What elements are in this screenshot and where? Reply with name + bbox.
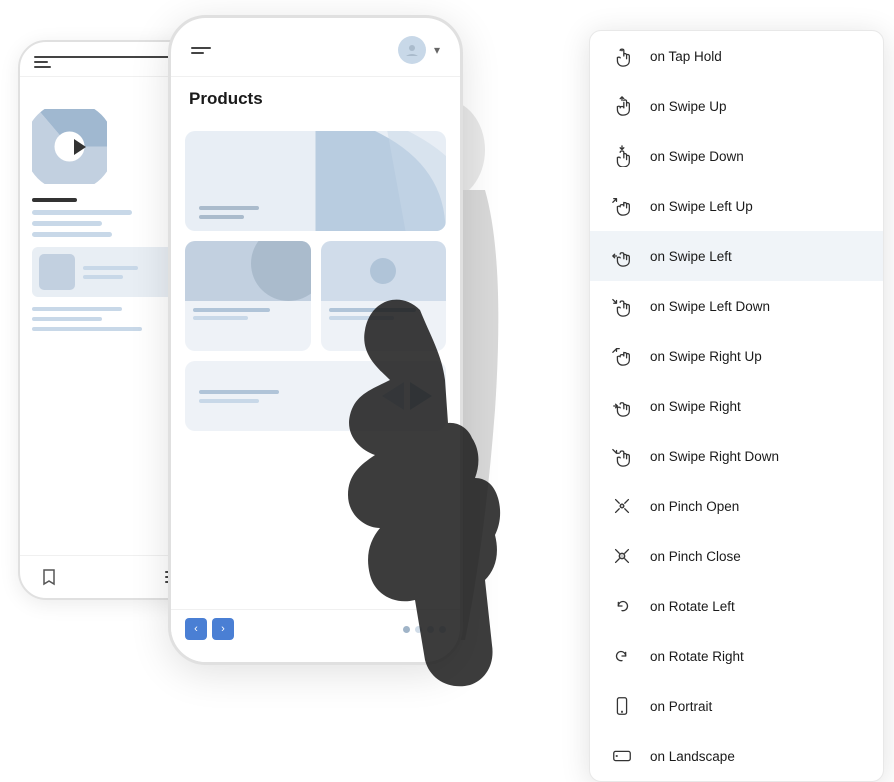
swipe-left-icon <box>608 242 636 270</box>
dropdown-item-pinch-close[interactable]: on Pinch Close <box>590 531 883 581</box>
swipe-left-down-icon <box>608 292 636 320</box>
swipe-left-up-icon <box>608 192 636 220</box>
swipe-up-icon <box>608 92 636 120</box>
phone-main-header: ▾ <box>171 18 460 77</box>
dropdown-item-swipe-right-down[interactable]: on Swipe Right Down <box>590 431 883 481</box>
gesture-label-tap-hold: on Tap Hold <box>650 49 722 64</box>
pinch-open-icon <box>608 492 636 520</box>
landscape-icon <box>608 742 636 770</box>
nav-right-btn[interactable]: › <box>212 618 234 640</box>
small-card <box>32 247 189 297</box>
pinch-close-icon <box>608 542 636 570</box>
dropdown-panel: on Tap Hold on Swipe Up on Swipe Down on… <box>589 30 884 782</box>
swipe-down-icon <box>608 142 636 170</box>
dropdown-item-rotate-left[interactable]: on Rotate Left <box>590 581 883 631</box>
top-banner-card <box>185 131 446 231</box>
products-title-area: Products <box>171 77 460 117</box>
bookmark-icon <box>40 568 58 586</box>
gesture-label-swipe-right-up: on Swipe Right Up <box>650 349 762 364</box>
gesture-label-swipe-left-up: on Swipe Left Up <box>650 199 753 214</box>
scene: ♡ <box>0 0 894 729</box>
rotate-right-icon <box>608 642 636 670</box>
tap-hold-icon <box>608 42 636 70</box>
dropdown-item-swipe-left-down[interactable]: on Swipe Left Down <box>590 281 883 331</box>
dropdown-item-swipe-right-up[interactable]: on Swipe Right Up <box>590 331 883 381</box>
rotate-left-icon <box>608 592 636 620</box>
gesture-label-portrait: on Portrait <box>650 699 712 714</box>
avatar <box>398 36 426 64</box>
dropdown-item-swipe-right[interactable]: on Swipe Right <box>590 381 883 431</box>
dropdown-item-swipe-left[interactable]: on Swipe Left <box>590 231 883 281</box>
gesture-label-swipe-left-down: on Swipe Left Down <box>650 299 770 314</box>
pie-chart <box>32 109 107 184</box>
dropdown-item-tap-hold[interactable]: on Tap Hold <box>590 31 883 81</box>
gesture-label-swipe-right: on Swipe Right <box>650 399 741 414</box>
dropdown-item-portrait[interactable]: on Portrait <box>590 681 883 731</box>
portrait-icon <box>608 692 636 720</box>
dropdown-item-rotate-right[interactable]: on Rotate Right <box>590 631 883 681</box>
dropdown-item-landscape[interactable]: on Landscape <box>590 731 883 781</box>
heart-icon: ♡ <box>32 89 189 105</box>
hand-silhouette <box>310 280 530 700</box>
swipe-right-icon <box>608 392 636 420</box>
gesture-label-swipe-down: on Swipe Down <box>650 149 744 164</box>
dropdown-item-swipe-up[interactable]: on Swipe Up <box>590 81 883 131</box>
products-title: Products <box>189 89 263 108</box>
pie-chart-area <box>32 109 189 184</box>
nav-left-btn[interactable]: ‹ <box>185 618 207 640</box>
dropdown-item-swipe-left-up[interactable]: on Swipe Left Up <box>590 181 883 231</box>
hamburger-bg-icon <box>34 56 187 68</box>
more-lines <box>32 307 189 331</box>
gesture-label-swipe-right-down: on Swipe Right Down <box>650 449 779 464</box>
gesture-label-pinch-close: on Pinch Close <box>650 549 741 564</box>
swipe-right-down-icon <box>608 442 636 470</box>
dropdown-item-swipe-down[interactable]: on Swipe Down <box>590 131 883 181</box>
swipe-right-up-icon <box>608 342 636 370</box>
grid-card-1 <box>185 241 311 351</box>
header-right: ▾ <box>398 36 440 64</box>
chevron-down-icon: ▾ <box>434 43 440 57</box>
gesture-label-swipe-up: on Swipe Up <box>650 99 727 114</box>
hamburger-main-icon <box>191 47 211 54</box>
bg-text-lines <box>32 198 189 237</box>
nav-arrows: ‹ › <box>185 618 234 640</box>
gesture-label-swipe-left: on Swipe Left <box>650 249 732 264</box>
dropdown-item-pinch-open[interactable]: on Pinch Open <box>590 481 883 531</box>
gesture-label-rotate-left: on Rotate Left <box>650 599 735 614</box>
gesture-label-landscape: on Landscape <box>650 749 735 764</box>
gesture-label-pinch-open: on Pinch Open <box>650 499 739 514</box>
gesture-label-rotate-right: on Rotate Right <box>650 649 744 664</box>
